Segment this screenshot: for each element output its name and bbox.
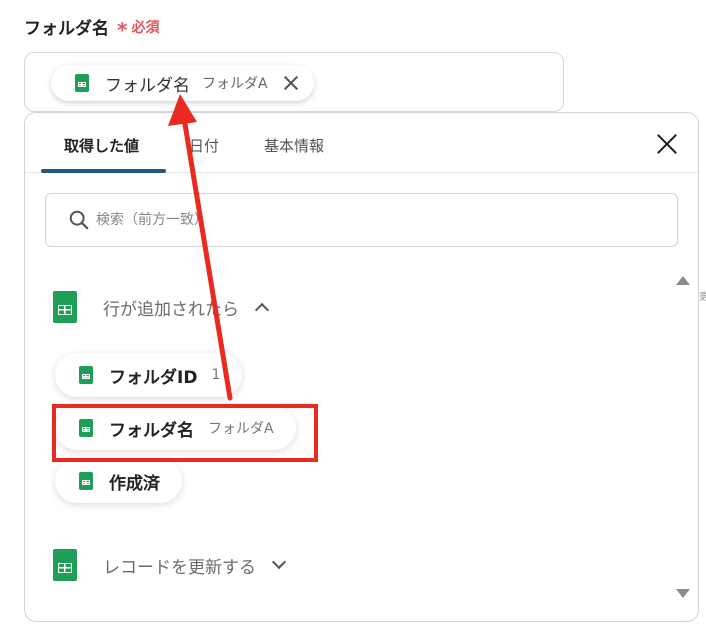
google-sheets-icon: [53, 549, 77, 581]
chevron-down-icon: [271, 554, 287, 570]
selected-value-chip[interactable]: フォルダ名 フォルダA: [51, 65, 314, 101]
search-icon: [69, 210, 89, 230]
scroll-up-arrow[interactable]: [676, 276, 690, 285]
google-sheets-icon: [79, 472, 93, 490]
required-text: 必須: [131, 19, 160, 36]
tab-bar: 取得した値 日付 基本情報: [25, 113, 698, 173]
google-sheets-icon: [53, 291, 77, 323]
field-label: フォルダ名 * 必須: [24, 14, 160, 42]
value-picker-panel: 取得した値 日付 基本情報 行が追加されたら フォルダID 1 フォルダ名 フォ…: [24, 112, 699, 622]
chip-sub-value: フォルダA: [202, 76, 268, 92]
list-item-created[interactable]: 作成済: [55, 459, 182, 503]
section-title: レコードを更新する: [103, 557, 256, 578]
section-title: 行が追加されたら: [103, 299, 239, 320]
tab-basic-info[interactable]: 基本情報: [264, 135, 324, 156]
item-label: フォルダID: [109, 367, 198, 388]
tab-date[interactable]: 日付: [189, 135, 219, 156]
section-update-record[interactable]: レコードを更新する: [53, 549, 287, 581]
field-label-text: フォルダ名: [24, 19, 109, 39]
clipped-edge-text: 更: [699, 292, 706, 303]
google-sheets-icon: [79, 366, 93, 384]
google-sheets-icon: [75, 74, 89, 92]
tab-acquired-values[interactable]: 取得した値: [64, 135, 139, 156]
item-sub-value: 1: [211, 367, 221, 383]
scroll-down-arrow[interactable]: [676, 589, 690, 598]
highlight-box: [52, 404, 318, 462]
chip-label: フォルダ名: [105, 75, 190, 96]
chevron-up-icon: [254, 302, 270, 318]
search-input[interactable]: [96, 212, 616, 228]
close-icon[interactable]: [656, 133, 678, 155]
item-label: 作成済: [109, 473, 160, 494]
active-tab-indicator: [41, 169, 166, 173]
list-item-folder-id[interactable]: フォルダID 1: [55, 353, 243, 397]
folder-name-field[interactable]: フォルダ名 フォルダA: [24, 52, 564, 112]
section-row-added[interactable]: 行が追加されたら: [53, 291, 270, 323]
close-icon[interactable]: [282, 74, 300, 92]
search-box[interactable]: [45, 193, 678, 247]
required-mark: *: [117, 17, 128, 42]
